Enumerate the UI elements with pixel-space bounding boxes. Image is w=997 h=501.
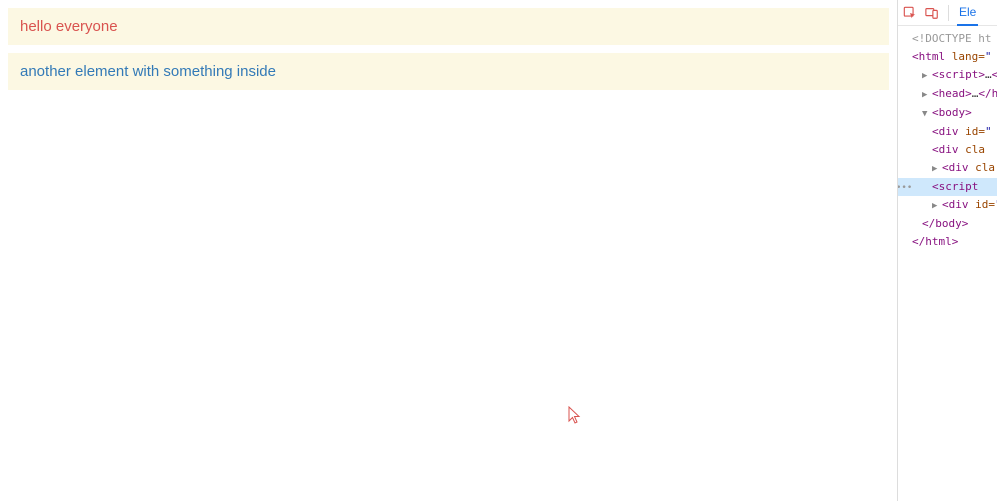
dom-div3[interactable]: ▶<div cla [898,159,997,178]
dom-html-close[interactable]: </html> [898,233,997,251]
toolbar-separator [948,5,949,21]
dom-head-collapsed[interactable]: ▶<head>…</h [898,85,997,104]
dom-div1[interactable]: <div id=" [898,123,997,141]
page-content: hello everyone another element with some… [0,0,897,501]
dom-div2[interactable]: <div cla [898,141,997,159]
dom-script-collapsed[interactable]: ▶<script>…</ [898,66,997,85]
dom-tree[interactable]: <!DOCTYPE ht <html lang=" ▶<script>…</ ▶… [898,26,997,501]
banner-hello: hello everyone [8,8,889,45]
dom-doctype[interactable]: <!DOCTYPE ht [898,30,997,48]
devtools-toolbar: Ele [898,0,997,26]
dom-body-open[interactable]: ▼<body> [898,104,997,123]
dom-body-close[interactable]: </body> [898,215,997,233]
dom-html-open[interactable]: <html lang=" [898,48,997,66]
inspect-element-icon[interactable] [902,5,918,21]
dom-script-selected[interactable]: ••• <script [898,178,997,196]
device-toolbar-icon[interactable] [924,5,940,21]
devtools-panel: Ele <!DOCTYPE ht <html lang=" ▶<script>…… [897,0,997,501]
banner-another: another element with something inside [8,53,889,90]
tab-elements[interactable]: Ele [957,0,978,26]
dom-div4[interactable]: ▶<div id=" [898,196,997,215]
